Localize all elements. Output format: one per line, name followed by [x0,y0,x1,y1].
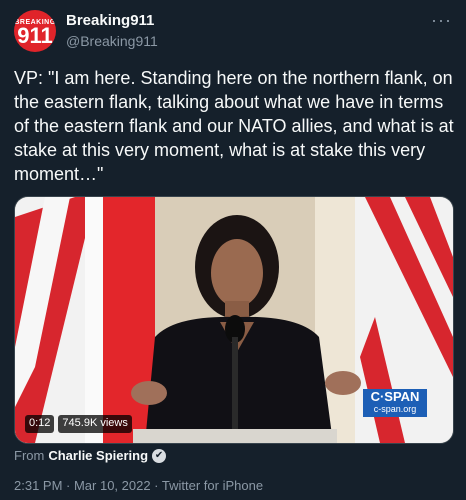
tweet-meta: 2:31 PM · Mar 10, 2022 · Twitter for iPh… [14,478,264,493]
cspan-logo: C·SPAN c-span.org [363,389,427,417]
source-prefix: From [14,448,45,463]
avatar[interactable]: BREAKING 911 [14,10,56,52]
tweet-text: VP: "I am here. Standing here on the nor… [14,68,454,184]
avatar-big-text: 911 [17,22,53,48]
video-time: 0:12 [25,415,55,433]
account-names: Breaking911 @Breaking911 [66,12,158,49]
source-name[interactable]: Charlie Spiering [48,448,148,463]
handle[interactable]: @Breaking911 [66,33,158,49]
cspan-logo-title: C·SPAN [370,389,420,404]
tweet-header: BREAKING 911 Breaking911 @Breaking911 ··… [14,8,454,54]
video-stats: 0:12 745.9K views [25,415,132,433]
video-views: 745.9K views [58,415,132,433]
video-player[interactable]: 0:12 745.9K views C·SPAN c-span.org [14,196,454,444]
verified-icon: ✔ [152,448,167,463]
display-name[interactable]: Breaking911 [66,12,158,29]
cspan-logo-url: c-span.org [373,404,417,414]
source-attribution: From Charlie Spiering ✔ [14,448,167,463]
more-icon[interactable]: ··· [431,10,452,31]
